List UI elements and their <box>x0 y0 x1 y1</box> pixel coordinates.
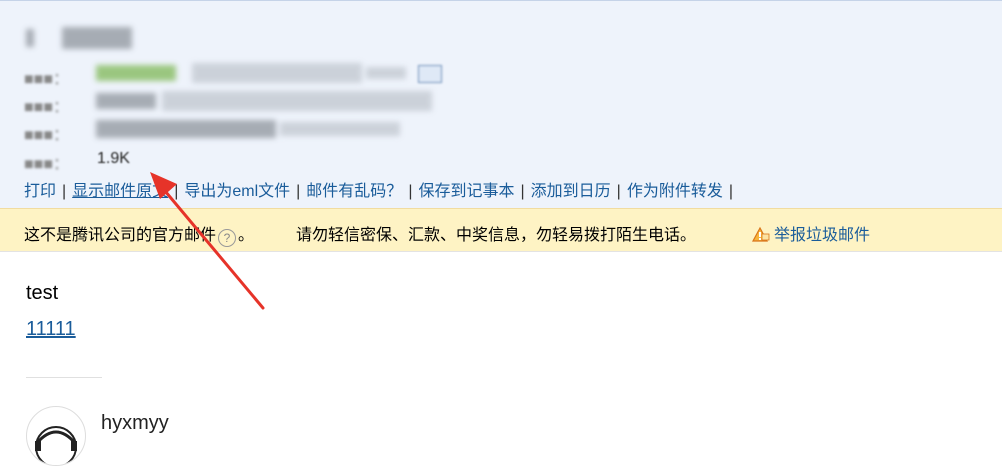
mail-body-link[interactable]: 11111 <box>26 318 76 341</box>
separator: | <box>174 183 179 200</box>
avatar-image <box>35 426 77 465</box>
size-label-redacted: ■■■： <box>24 156 69 173</box>
date-redacted <box>96 89 436 113</box>
report-spam-label: 举报垃圾邮件 <box>774 227 871 244</box>
garbled-text-link[interactable]: 邮件有乱码？ <box>306 183 402 200</box>
report-spam-icon <box>751 226 770 242</box>
sender-label-redacted: ■■■： <box>24 71 69 88</box>
show-original-link[interactable]: 显示邮件原文 <box>72 183 168 200</box>
mail-body-text: test <box>26 282 59 304</box>
recipient-label-redacted: ■■■： <box>24 127 69 144</box>
signature-name: hyxmyy <box>101 412 169 434</box>
signature-divider <box>26 377 102 378</box>
recipient-redacted <box>96 117 406 141</box>
help-circle-icon[interactable]: ? <box>218 229 237 247</box>
warning-advice: 请勿轻信密保、汇款、中奖信息，勿轻易拨打陌生电话。 <box>296 227 697 244</box>
warning-notice-text: 这不是腾讯公司的官方邮件 <box>24 227 217 244</box>
contact-card-icon[interactable] <box>418 65 442 83</box>
size-value: 1.9K <box>97 150 130 167</box>
forward-as-attachment-link[interactable]: 作为附件转发 <box>627 183 723 200</box>
avatar <box>26 406 86 466</box>
export-eml-link[interactable]: 导出为eml文件 <box>184 183 290 200</box>
save-to-notepad-link[interactable]: 保存到记事本 <box>418 183 514 200</box>
subject-redacted <box>26 25 136 51</box>
separator: | <box>728 183 733 200</box>
separator: | <box>296 183 301 200</box>
print-link[interactable]: 打印 <box>24 183 56 200</box>
separator: | <box>616 183 621 200</box>
separator: | <box>62 183 67 200</box>
separator: | <box>408 183 413 200</box>
mail-header: ■■■： ■■■： ■■■： ■■■： 1.9K 打印 | 显示邮件原文 | 导出为em… <box>0 0 1002 209</box>
warning-notice: 这不是腾讯公司的官方邮件?。 <box>24 221 254 247</box>
sender-redacted <box>96 61 426 85</box>
warning-notice-tail: 。 <box>238 227 255 244</box>
security-warning-bar: 这不是腾讯公司的官方邮件?。 请勿轻信密保、汇款、中奖信息，勿轻易拨打陌生电话。… <box>0 208 1002 252</box>
date-label-redacted: ■■■： <box>24 99 69 116</box>
mail-actions-bar: 打印 | 显示邮件原文 | 导出为eml文件 | 邮件有乱码？ | 保存到记事本 | 添加到日历 | 作… <box>24 177 739 200</box>
add-to-calendar-link[interactable]: 添加到日历 <box>531 183 611 200</box>
separator: | <box>520 183 525 200</box>
report-spam-link[interactable]: 举报垃圾邮件 <box>750 221 870 245</box>
